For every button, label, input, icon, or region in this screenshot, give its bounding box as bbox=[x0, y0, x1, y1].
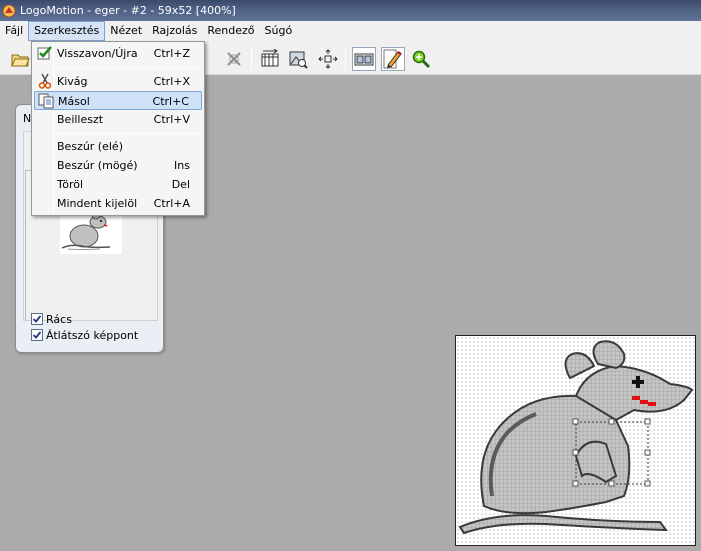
transparent-pixel-checkbox-row[interactable]: Átlátszó képpont bbox=[31, 328, 138, 342]
menu-item-select-all[interactable]: Mindent kijelöl Ctrl+A bbox=[34, 194, 202, 213]
menu-file[interactable]: Fájl bbox=[0, 21, 28, 41]
image-preview-icon bbox=[289, 51, 308, 69]
pixel-canvas[interactable] bbox=[455, 335, 696, 546]
menu-item-undo-redo[interactable]: Visszavon/Újra Ctrl+Z bbox=[34, 44, 202, 63]
menu-item-insert-before[interactable]: Beszúr (elé) bbox=[34, 137, 202, 156]
menu-edit[interactable]: Szerkesztés bbox=[28, 21, 106, 41]
mouse-sprite bbox=[458, 340, 694, 535]
menu-item-cut[interactable]: Kivág Ctrl+X bbox=[34, 72, 202, 91]
menu-item-insert-after[interactable]: Beszúr (mögé) Ins bbox=[34, 156, 202, 175]
edit-menu-dropdown: Visszavon/Újra Ctrl+Z Kivág Ctrl+X Másol… bbox=[31, 41, 205, 216]
menu-bar: Fájl Szerkesztés Nézet Rajzolás Rendező … bbox=[0, 21, 701, 41]
grid-checkbox-label: Rács bbox=[46, 312, 72, 326]
toolbar-separator bbox=[345, 47, 346, 71]
grid-checkbox[interactable] bbox=[31, 313, 43, 325]
toolbar-separator bbox=[251, 47, 252, 71]
app-logo-icon[interactable] bbox=[2, 4, 16, 18]
menu-arrange[interactable]: Rendező bbox=[202, 21, 259, 41]
pencil-button[interactable] bbox=[381, 47, 405, 71]
menu-item-delete[interactable]: Töröl Del bbox=[34, 175, 202, 194]
menu-view[interactable]: Nézet bbox=[105, 21, 147, 41]
menu-item-copy[interactable]: Másol Ctrl+C bbox=[34, 91, 202, 110]
zoom-button[interactable] bbox=[409, 47, 433, 71]
panel-title: N bbox=[23, 112, 32, 125]
center-button[interactable] bbox=[316, 47, 340, 71]
timeline-button[interactable] bbox=[258, 47, 282, 71]
film-icon bbox=[354, 53, 374, 66]
menu-draw[interactable]: Rajzolás bbox=[147, 21, 202, 41]
menu-item-paste[interactable]: Beilleszt Ctrl+V bbox=[34, 110, 202, 129]
center-arrows-icon bbox=[318, 49, 338, 69]
copy-icon bbox=[38, 93, 54, 109]
scissors-icon bbox=[37, 73, 53, 89]
delete-button[interactable] bbox=[222, 47, 246, 71]
pencil-icon bbox=[383, 49, 402, 69]
film-button[interactable] bbox=[352, 47, 376, 71]
title-bar: LogoMotion - eger - #2 - 59x52 [400%] bbox=[0, 0, 701, 21]
open-folder-icon bbox=[11, 54, 30, 67]
preview-button[interactable] bbox=[286, 47, 310, 71]
transparent-pixel-checkbox-label: Átlátszó képpont bbox=[46, 328, 139, 342]
undo-check-icon bbox=[37, 45, 53, 61]
open-button[interactable] bbox=[8, 47, 32, 71]
animation-timeline-icon bbox=[261, 49, 279, 67]
menu-separator bbox=[56, 67, 200, 68]
zoom-icon bbox=[412, 50, 431, 69]
check-icon bbox=[32, 331, 42, 339]
menu-separator bbox=[56, 133, 200, 134]
grid-checkbox-row[interactable]: Rács bbox=[31, 312, 72, 326]
delete-x-icon bbox=[227, 52, 241, 66]
menu-help[interactable]: Súgó bbox=[260, 21, 298, 41]
window-title: LogoMotion - eger - #2 - 59x52 [400%] bbox=[20, 4, 236, 17]
transparent-pixel-checkbox[interactable] bbox=[31, 329, 43, 341]
check-icon bbox=[32, 315, 42, 323]
